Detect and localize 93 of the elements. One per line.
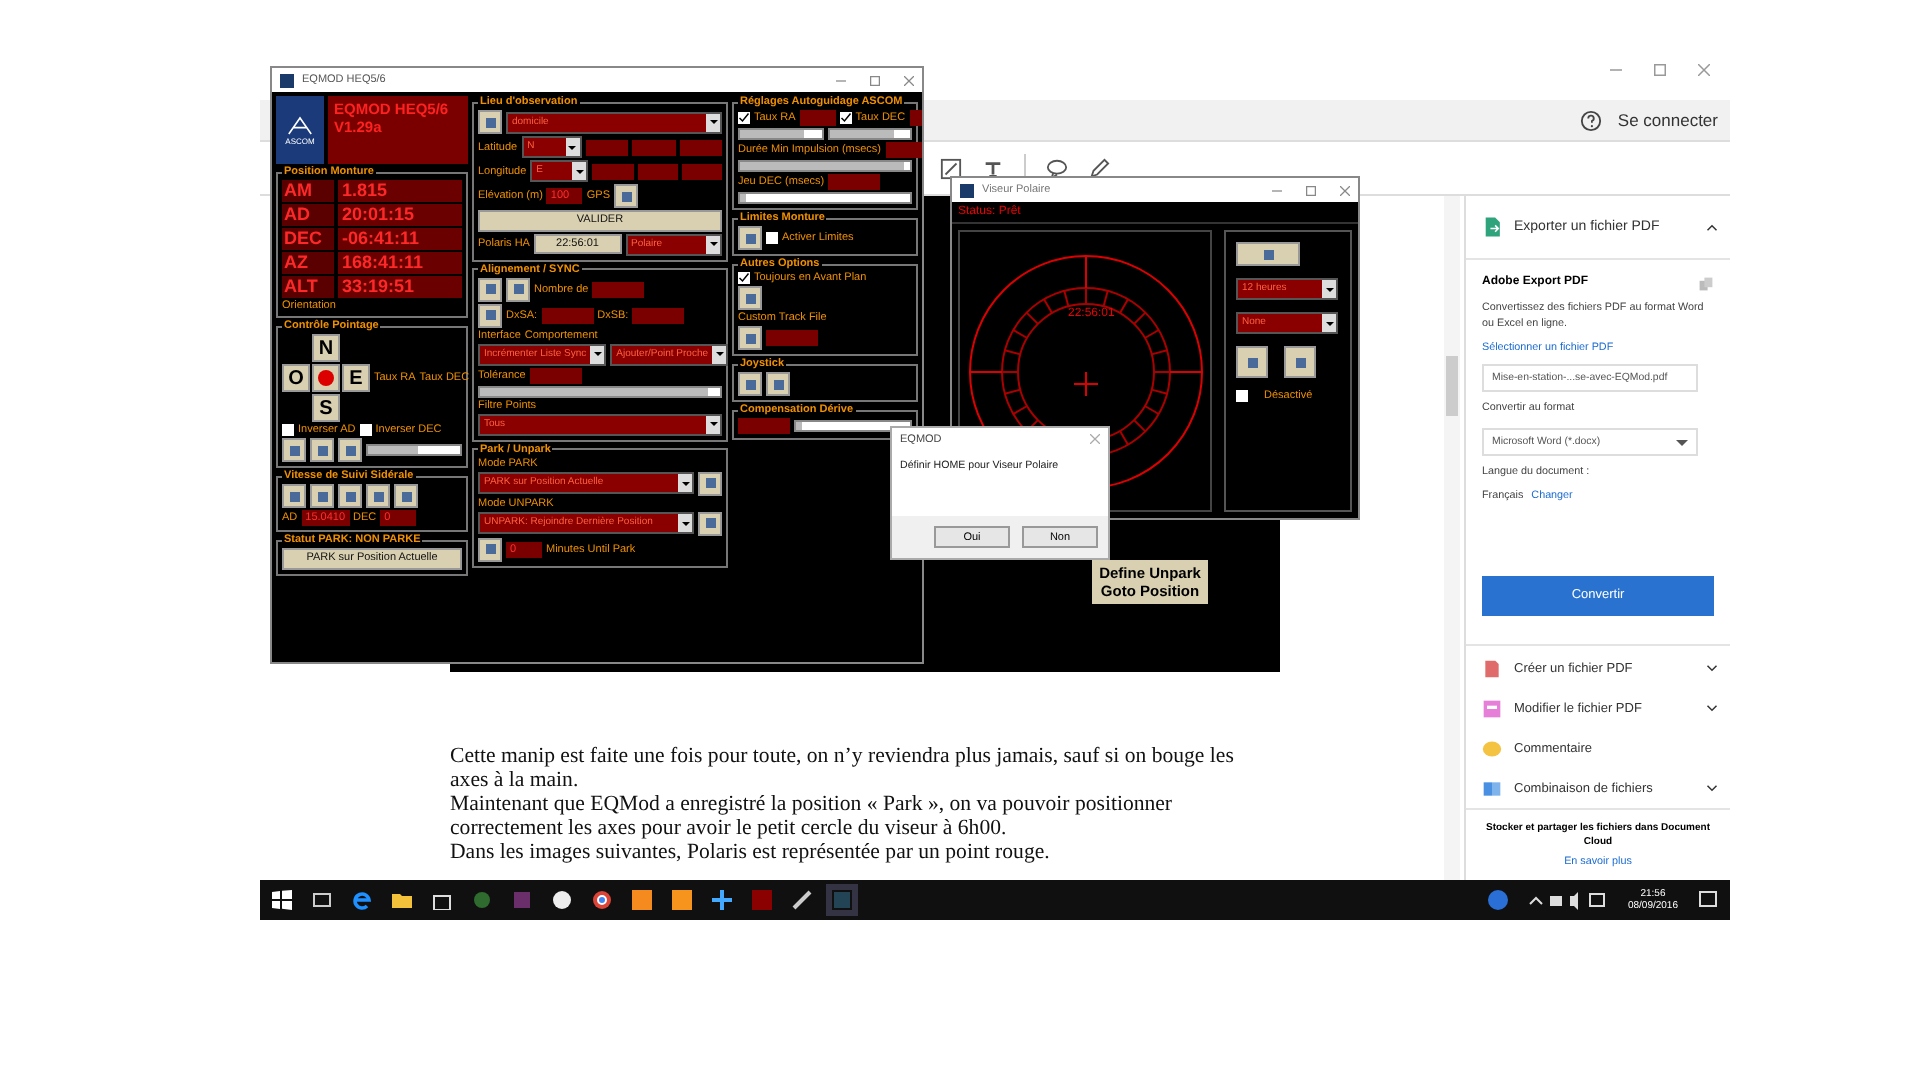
value-field[interactable]	[592, 163, 634, 179]
close-icon[interactable]	[1090, 434, 1100, 444]
value-field[interactable]	[799, 110, 836, 126]
minimize-icon[interactable]	[1272, 185, 1282, 195]
notification-icon[interactable]	[1698, 890, 1718, 910]
folder-icon[interactable]	[392, 890, 412, 910]
direction-button[interactable]: N	[312, 334, 340, 362]
chevron-up-icon[interactable]	[1706, 223, 1718, 231]
combine-files-icon	[1482, 777, 1502, 800]
icon-button[interactable]	[478, 277, 502, 302]
value-field[interactable]	[541, 307, 594, 324]
paragraph: Dans les images suivantes, Polaris est représentée par un point rouge.	[450, 840, 1052, 864]
app-icon[interactable]	[792, 890, 812, 910]
direction-button[interactable]: E	[342, 364, 370, 392]
chevron-down-icon[interactable]	[1706, 704, 1718, 713]
comment-icon[interactable]	[1046, 157, 1068, 179]
browser-icon[interactable]	[352, 890, 372, 910]
slider[interactable]	[366, 444, 462, 456]
value-field[interactable]	[585, 139, 629, 155]
value-field[interactable]	[592, 281, 645, 298]
minimize-icon[interactable]	[836, 75, 846, 85]
slider[interactable]	[478, 385, 722, 398]
readout-label: AM	[282, 180, 334, 202]
value-field[interactable]	[681, 163, 722, 179]
maximize-icon[interactable]	[1654, 64, 1666, 76]
readout-value: 168:41:11	[338, 252, 462, 274]
app-icon	[960, 183, 974, 197]
readout-value: 33:19:51	[338, 276, 462, 298]
checkbox[interactable]	[1236, 390, 1248, 402]
checkbox[interactable]	[738, 112, 750, 124]
direction-button[interactable]: S	[312, 394, 340, 422]
readout-label: ALT	[282, 276, 334, 298]
file-plus-icon	[1482, 657, 1502, 680]
checkbox[interactable]	[282, 424, 294, 436]
stamp-icon[interactable]	[982, 157, 1004, 179]
close-icon[interactable]	[1698, 64, 1710, 76]
windows-logo-icon[interactable]	[272, 890, 292, 910]
chevron-down-icon[interactable]	[1706, 664, 1718, 673]
chevron-down-icon[interactable]	[1706, 784, 1718, 793]
readout-value: -06:41:11	[338, 228, 462, 250]
scrollbar[interactable]	[1444, 196, 1460, 880]
tray-icons[interactable]	[1527, 890, 1608, 910]
value-field[interactable]	[738, 418, 790, 434]
maximize-icon[interactable]	[870, 75, 880, 85]
help-icon[interactable]	[1579, 109, 1602, 131]
value-field[interactable]	[637, 163, 678, 179]
paragraph: Maintenant que EQMod a enregistré la position « Park », on va pouvoir positionner correctement les axes pour avoir le petit cercle du viseur à 6h00.	[450, 792, 1175, 840]
slider[interactable]	[738, 192, 912, 204]
icon-button[interactable]	[698, 471, 722, 496]
value-field[interactable]	[828, 174, 881, 190]
app-icon[interactable]	[712, 890, 732, 910]
readout-label: AZ	[282, 252, 334, 274]
readout-value: 20:01:15	[338, 204, 462, 226]
chrome-icon[interactable]	[592, 890, 612, 910]
close-icon[interactable]	[904, 75, 914, 85]
value-field[interactable]	[679, 139, 723, 155]
icon-button[interactable]	[478, 303, 502, 328]
maximize-icon[interactable]	[1306, 185, 1316, 195]
checkbox[interactable]	[766, 232, 778, 244]
close-icon[interactable]	[1340, 185, 1350, 195]
image-icon[interactable]	[940, 157, 962, 179]
speech-bubble-icon	[1482, 737, 1502, 760]
icon-button[interactable]	[478, 537, 502, 562]
edit-document-icon	[1482, 697, 1502, 720]
value-field[interactable]	[632, 307, 685, 324]
paragraph: Cette manip est faite une fois pour toute, on n’y reviendra plus jamais, sauf si on bouge les axes à la main.	[450, 744, 1236, 792]
pen-icon[interactable]	[1088, 157, 1110, 179]
direction-button[interactable]: O	[282, 364, 310, 392]
export-icon	[1482, 216, 1502, 238]
readout-label: DEC	[282, 228, 334, 250]
minimize-icon[interactable]	[1610, 64, 1622, 76]
value-field[interactable]	[766, 330, 818, 346]
slider[interactable]	[794, 420, 912, 432]
checkbox[interactable]	[359, 424, 372, 436]
copy-icon[interactable]	[1698, 276, 1714, 292]
task-view-icon[interactable]	[312, 890, 332, 910]
checkbox[interactable]	[839, 112, 852, 124]
slider[interactable]	[827, 128, 912, 140]
value-field[interactable]	[885, 142, 922, 158]
icon-button[interactable]	[614, 184, 639, 208]
stop-icon[interactable]	[312, 364, 340, 392]
sign-in-link[interactable]: Se connecter	[1617, 110, 1718, 130]
readout-label: AD	[282, 204, 334, 226]
slider[interactable]	[738, 160, 912, 172]
value-field[interactable]	[632, 139, 676, 155]
app-icon	[280, 73, 294, 87]
icon-button[interactable]	[698, 511, 722, 536]
help-icon[interactable]	[1487, 890, 1508, 910]
readout-value: 1.815	[338, 180, 462, 202]
slider[interactable]	[738, 128, 823, 140]
value-field[interactable]	[529, 367, 582, 384]
icon-button[interactable]	[506, 277, 530, 302]
checkbox[interactable]	[738, 272, 750, 284]
